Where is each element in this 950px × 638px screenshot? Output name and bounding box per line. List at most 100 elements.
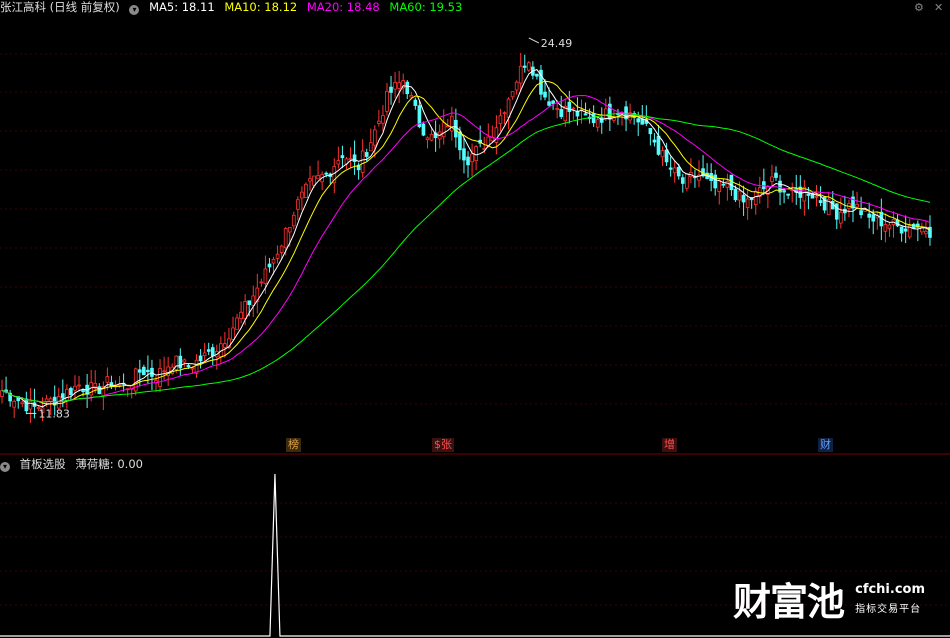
candle-up [291,214,296,227]
indicator-settings-icon[interactable]: ▾ [0,462,10,472]
candle-down [146,369,150,373]
ma60-label: MA60: 19.53 [389,0,463,14]
candle-down [713,174,718,189]
candle-up [77,384,81,387]
candle-down [567,101,572,112]
candle-down [142,366,146,376]
candle-down [535,73,539,77]
candle-down [405,81,410,95]
candle-down [454,119,458,138]
candle-down [186,365,191,368]
candle-up [672,167,677,174]
candle-up [425,137,430,141]
candle-down [559,109,564,117]
candle-up [368,142,373,152]
candle-down [522,65,527,68]
candle-up [470,153,474,163]
candle-up [28,400,33,410]
event-marker-zhang[interactable]: $张 [432,438,454,452]
candle-up [924,230,928,235]
candle-up [300,191,304,199]
candle-down [903,228,908,232]
candle-down [668,167,673,170]
candle-down [729,174,734,191]
candle-up [182,359,187,363]
candle-down [782,190,786,193]
candle-down [60,393,65,399]
candle-down [458,131,462,151]
candle-up [105,376,110,383]
candle-up [12,400,17,408]
stock-title[interactable]: 张江高科 (日线 前复权) [0,0,120,14]
candle-up [518,65,523,84]
candle-up [595,119,600,128]
candle-down [352,154,357,162]
event-marker-zeng[interactable]: 增 [662,438,677,452]
candle-up [243,301,247,319]
candle-up [409,95,414,98]
candle-up [770,176,774,182]
candle-up [223,343,227,348]
candle-down [267,263,272,268]
candle-down [198,355,203,362]
candle-down [656,135,661,155]
candle-up [660,150,665,158]
candle-down [762,181,766,190]
candle-up [308,178,312,182]
candle-down [421,123,426,136]
candle-up [441,122,446,138]
candle-up [348,158,353,160]
candle-down [583,113,588,116]
candle-up [397,82,401,89]
watermark-url: cfchi.com [855,582,926,597]
ma10-label: MA10: 18.12 [224,0,298,14]
candle-down [462,148,466,161]
candle-up [725,180,730,188]
candle-up [239,311,243,320]
candle-down [859,210,863,216]
candle-up [271,258,276,264]
candle-up [190,367,195,370]
candle-down [871,214,876,222]
candle-up [48,398,53,402]
chart-canvas: 24.49 11.83 [0,37,950,637]
candle-down [608,103,612,120]
candle-up [514,81,519,91]
candle-up [20,401,25,405]
ma5-line [1,69,931,408]
high-label: 24.49 [541,37,573,50]
close-icon[interactable]: ✕ [934,1,943,14]
main-chart-header: 张江高科 (日线 前复权) ▾ MA5: 18.11 MA10: 18.12 M… [0,0,468,15]
candle-up [381,115,385,124]
candle-up [498,115,503,125]
candle-up [429,133,434,141]
watermark: 财富池 cfchi.com 指标交易平台 [733,571,925,626]
candle-down [664,149,669,163]
indicator-name[interactable]: 首板选股 [20,457,66,471]
candle-up [571,107,576,110]
event-marker-cai[interactable]: 财 [818,438,833,452]
candle-up [474,146,478,162]
candle-up [745,198,750,208]
watermark-tagline: 指标交易平台 [855,604,922,615]
candle-down [721,183,726,186]
candle-up [304,183,308,198]
high-pointer [528,37,540,44]
settings-circle-icon[interactable]: ▾ [129,5,140,15]
candle-up [283,228,288,249]
candle-up [263,268,268,284]
candle-up [555,108,559,110]
candle-up [526,62,531,71]
candle-up [231,327,235,340]
candle-up [65,388,69,401]
candle-down [69,387,73,395]
candle-down [867,213,872,218]
settings-gear-icon[interactable]: ⚙ [914,1,924,14]
candle-down [206,349,211,352]
candle-down [364,152,369,157]
indicator-header: ▾ 首板选股 薄荷糖: 0.00 [0,457,149,472]
event-marker-bang[interactable]: 榜 [286,438,301,452]
candle-up [162,370,166,373]
candle-down [733,188,738,201]
candle-down [591,113,596,124]
